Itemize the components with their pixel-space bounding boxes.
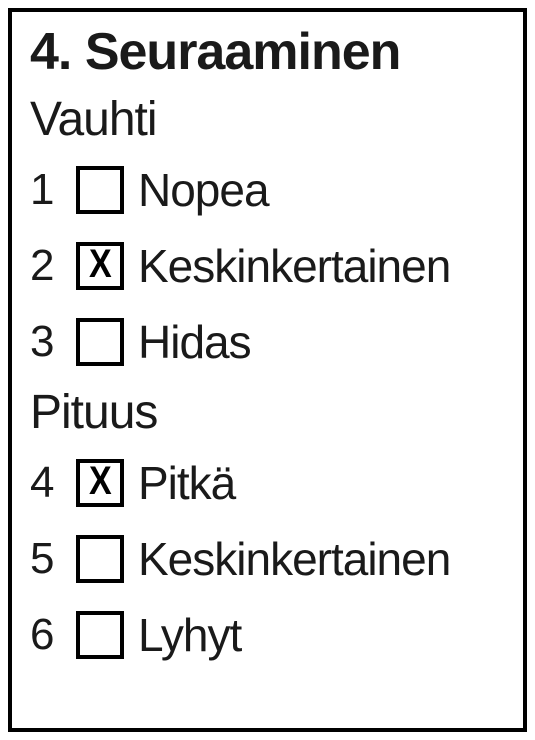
group-heading: Vauhti <box>30 92 505 147</box>
check-mark: X <box>89 244 112 284</box>
option-label: Pitkä <box>138 456 235 510</box>
option-row: 3 Hidas <box>30 307 505 377</box>
option-label: Nopea <box>138 163 269 217</box>
group-heading: Pituus <box>30 385 505 440</box>
option-label: Keskinkertainen <box>138 532 450 586</box>
section-title: 4. Seuraaminen <box>30 22 505 82</box>
option-number: 1 <box>30 165 62 215</box>
form-panel: 4. Seuraaminen Vauhti 1 Nopea 2 X Keskin… <box>8 8 527 732</box>
checkbox[interactable]: X <box>76 459 124 507</box>
option-number: 3 <box>30 317 62 367</box>
option-number: 4 <box>30 458 62 508</box>
option-number: 5 <box>30 534 62 584</box>
checkbox[interactable] <box>76 535 124 583</box>
checkbox[interactable] <box>76 166 124 214</box>
option-row: 4 X Pitkä <box>30 448 505 518</box>
section-number: 4. <box>30 23 71 81</box>
option-row: 6 Lyhyt <box>30 600 505 670</box>
option-label: Lyhyt <box>138 608 241 662</box>
option-row: 2 X Keskinkertainen <box>30 231 505 301</box>
section-heading: Seuraaminen <box>85 23 401 81</box>
group-vauhti: Vauhti 1 Nopea 2 X Keskinkertainen 3 Hid… <box>30 92 505 377</box>
checkbox[interactable] <box>76 318 124 366</box>
option-number: 2 <box>30 241 62 291</box>
group-pituus: Pituus 4 X Pitkä 5 Keskinkertainen 6 Lyh… <box>30 385 505 670</box>
check-mark: X <box>89 461 112 501</box>
option-row: 5 Keskinkertainen <box>30 524 505 594</box>
checkbox[interactable]: X <box>76 242 124 290</box>
option-label: Hidas <box>138 315 251 369</box>
option-row: 1 Nopea <box>30 155 505 225</box>
checkbox[interactable] <box>76 611 124 659</box>
option-label: Keskinkertainen <box>138 239 450 293</box>
option-number: 6 <box>30 610 62 660</box>
